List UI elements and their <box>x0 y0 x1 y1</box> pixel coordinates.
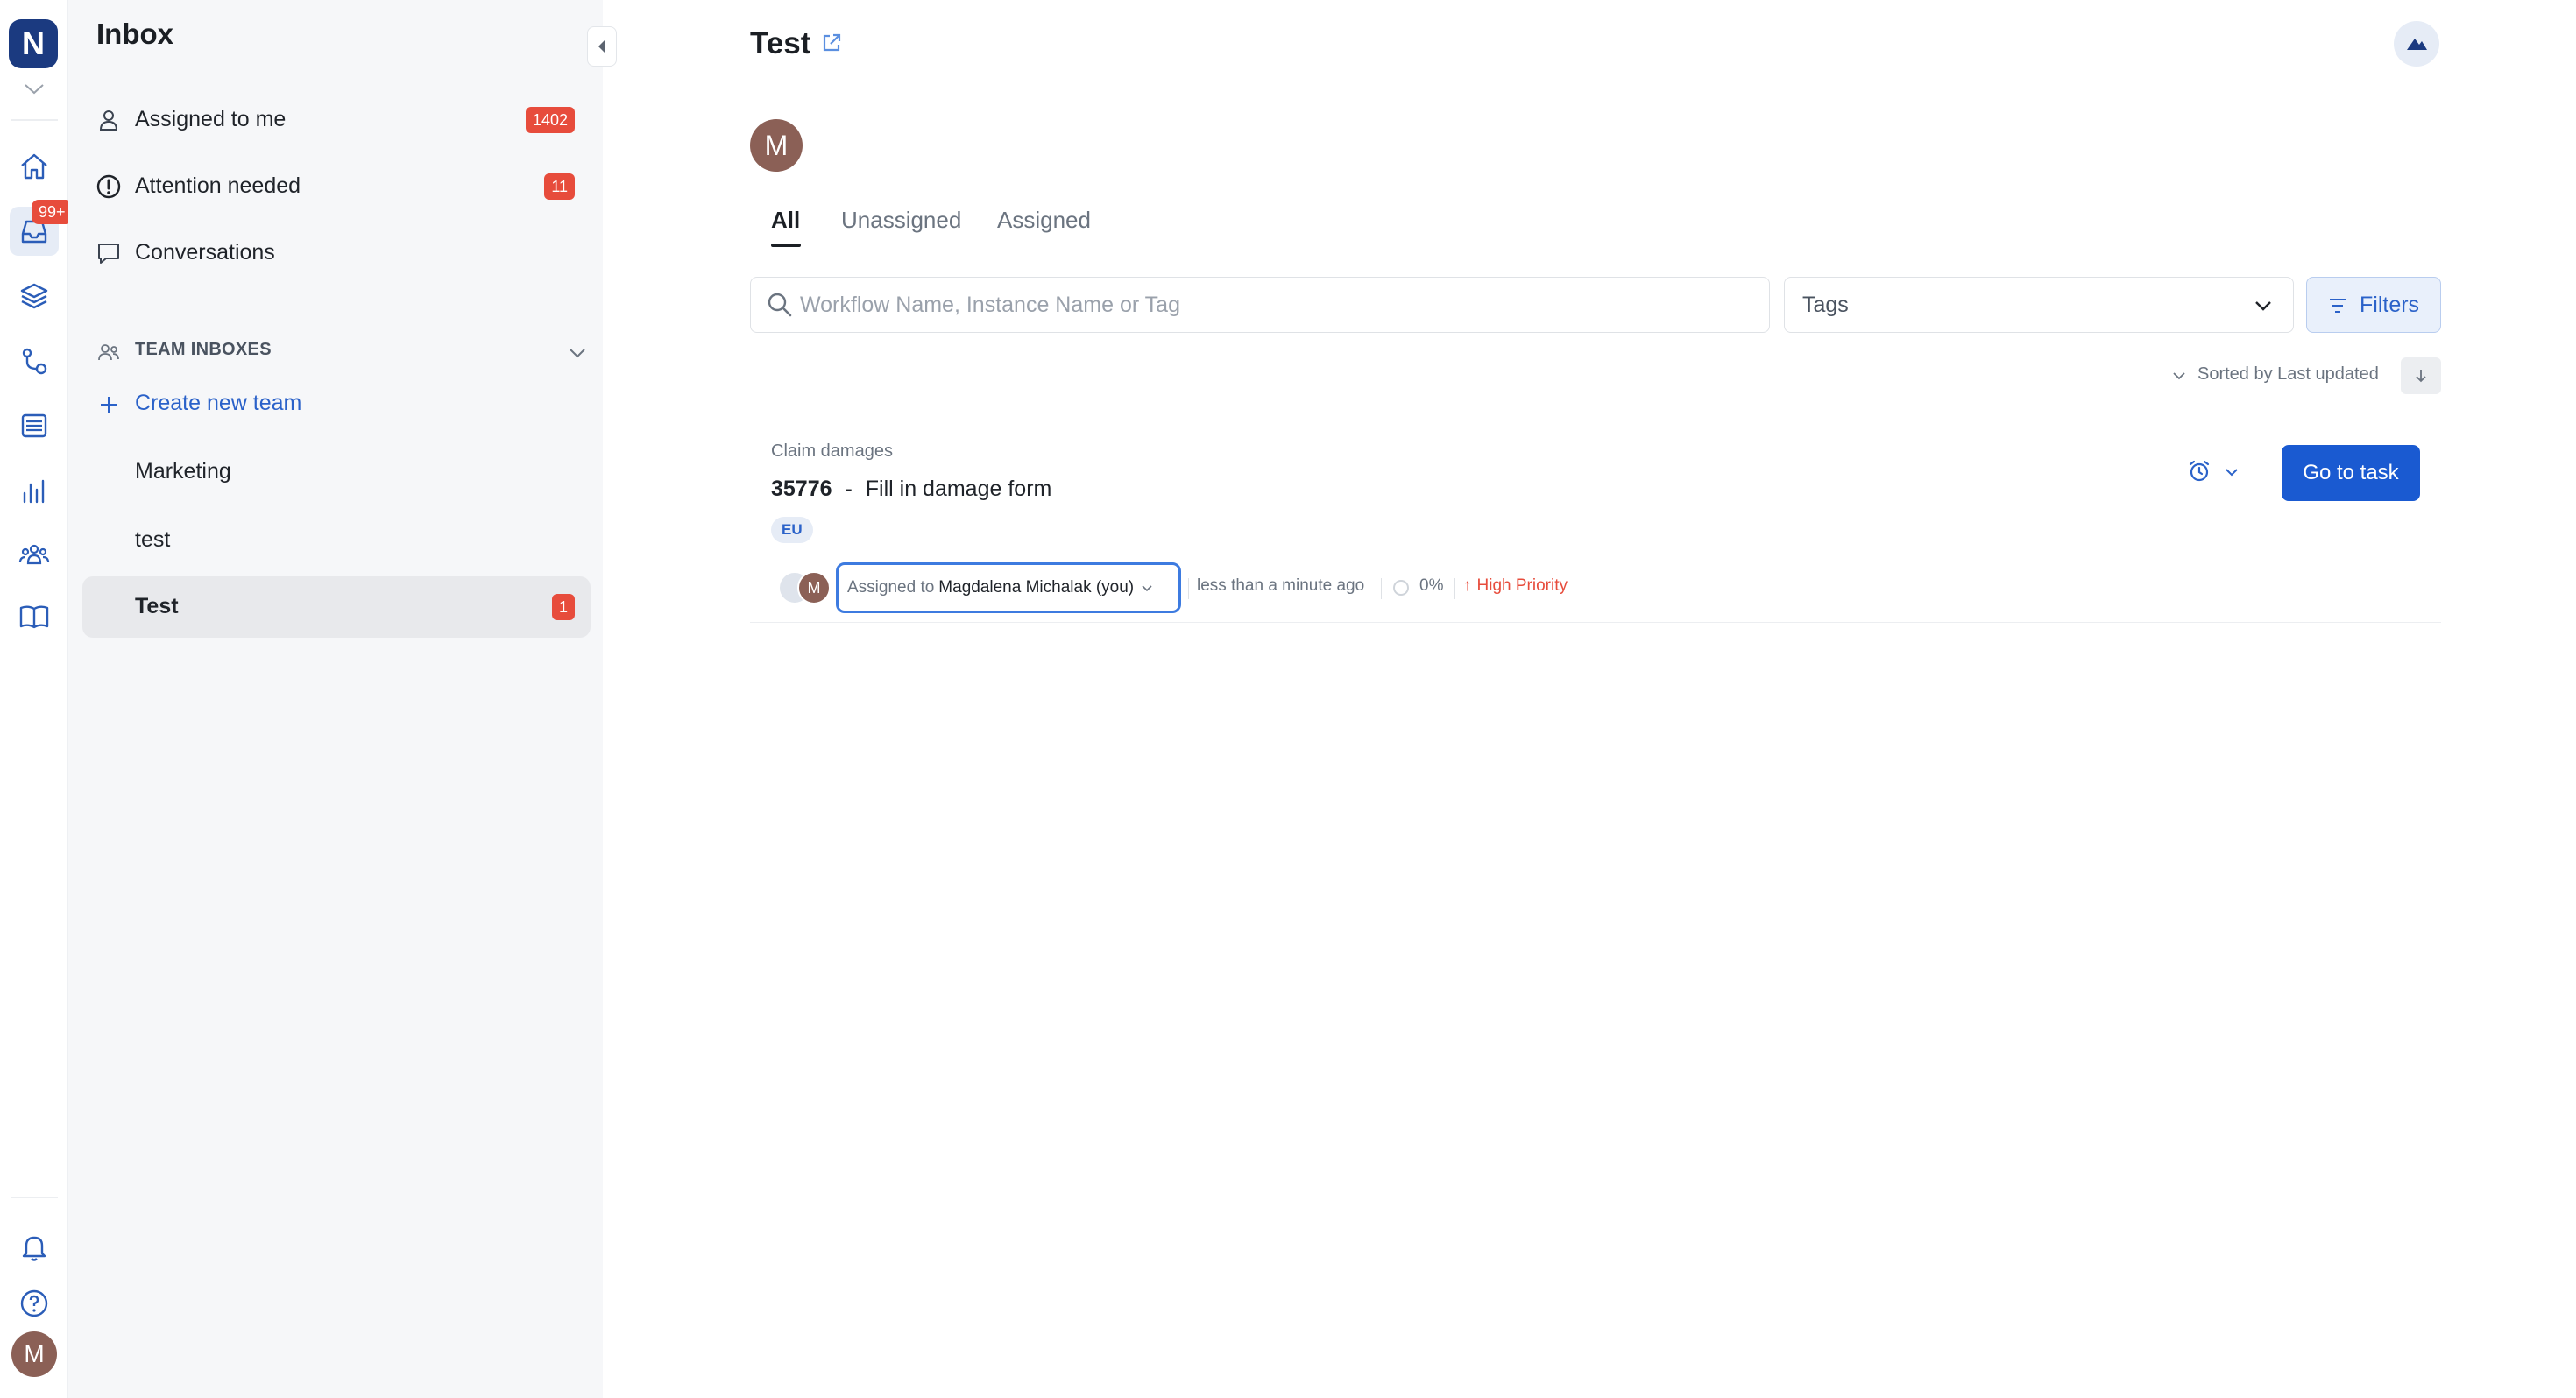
chevron-down-icon <box>2255 301 2271 311</box>
tab-unassigned[interactable]: Unassigned <box>841 207 961 234</box>
external-link-icon[interactable] <box>818 30 845 56</box>
sidebar-item-label: Attention needed <box>135 173 301 198</box>
assignee-avatars: M <box>778 571 831 604</box>
app-logo[interactable]: N <box>9 19 58 68</box>
filters-button[interactable]: Filters <box>2306 277 2441 333</box>
inbox-count-badge: 99+ <box>32 200 73 224</box>
chevron-down-icon <box>570 349 585 358</box>
tags-select-value: Tags <box>1802 293 1849 317</box>
task-name: Fill in damage form <box>865 477 1052 501</box>
count-badge: 1 <box>551 594 575 620</box>
collapse-sidebar-button[interactable] <box>587 26 617 67</box>
sidebar-item-label: Marketing <box>135 459 231 484</box>
sidebar-item-label: test <box>135 527 171 552</box>
page-title: Test <box>750 26 811 60</box>
assignee-dropdown[interactable]: Assigned to Magdalena Michalak (you) <box>836 562 1181 613</box>
sidebar-item-label: Test <box>135 594 179 618</box>
avatar: M <box>797 571 831 604</box>
meta-divider <box>1381 578 1382 599</box>
count-badge: 11 <box>544 173 575 200</box>
sidebar-item-attention-needed[interactable]: Attention needed 11 <box>82 156 591 217</box>
user-avatar[interactable]: M <box>11 1331 57 1377</box>
team-inboxes-label: TEAM INBOXES <box>135 340 272 359</box>
meta-divider <box>1454 578 1455 599</box>
task-list-item[interactable]: Claim damages 35776 - Fill in damage for… <box>750 426 2441 623</box>
sort-direction-button[interactable] <box>2401 357 2441 394</box>
sort-control[interactable]: Sorted by Last updated <box>2171 357 2441 394</box>
filters-label: Filters <box>2360 293 2420 317</box>
team-icon[interactable] <box>10 531 59 580</box>
bell-icon[interactable] <box>10 1223 59 1272</box>
tab-all[interactable]: All <box>771 207 800 234</box>
workspace-chevron-icon[interactable] <box>23 82 46 96</box>
sidebar-item-label: Assigned to me <box>135 107 287 131</box>
inbox-owner-avatar[interactable]: M <box>750 119 803 172</box>
alert-icon <box>96 174 121 199</box>
assignee-prefix: Assigned to <box>847 578 935 597</box>
sidebar-item-label: Conversations <box>135 240 275 265</box>
sidebar-item-team-test-selected[interactable]: Test 1 <box>82 576 591 638</box>
progress-value: 0% <box>1419 576 1444 595</box>
home-icon[interactable] <box>10 142 59 191</box>
sort-label: Sorted by Last updated <box>2197 364 2379 384</box>
arrow-down-icon <box>2416 370 2426 383</box>
book-icon[interactable] <box>10 592 59 641</box>
search-placeholder: Workflow Name, Instance Name or Tag <box>800 293 1180 317</box>
help-icon[interactable] <box>10 1279 59 1328</box>
progress-ring-icon <box>1393 580 1409 596</box>
sidebar-item-team-test[interactable]: test <box>82 510 591 571</box>
meta-divider <box>1188 578 1189 599</box>
sidebar-item-assigned-to-me[interactable]: Assigned to me 1402 <box>82 89 591 151</box>
go-to-task-button[interactable]: Go to task <box>2282 445 2420 501</box>
filter-icon <box>2330 299 2346 313</box>
updated-time: less than a minute ago <box>1197 576 1365 595</box>
workflow-name: Claim damages <box>771 441 893 461</box>
logo-mark-icon <box>2407 39 2427 50</box>
plus-icon <box>101 397 117 413</box>
layers-icon[interactable] <box>10 272 59 321</box>
team-inboxes-header[interactable]: TEAM INBOXES <box>96 336 587 368</box>
chevron-down-icon <box>1142 585 1152 592</box>
count-badge: 1402 <box>525 107 575 133</box>
sidebar-item-team-marketing[interactable]: Marketing <box>82 441 591 503</box>
tags-select[interactable]: Tags <box>1784 277 2294 333</box>
user-icon <box>99 110 118 131</box>
tab-assigned[interactable]: Assigned <box>997 207 1091 234</box>
chevron-down-icon[interactable] <box>2224 464 2240 480</box>
rail-divider <box>11 1197 58 1198</box>
task-separator: - <box>845 477 853 501</box>
task-title: 35776 - Fill in damage form <box>771 477 1051 502</box>
search-input[interactable]: Workflow Name, Instance Name or Tag <box>750 277 1770 333</box>
chat-icon <box>98 244 119 264</box>
create-team-label: Create new team <box>135 391 302 415</box>
sidebar-item-conversations[interactable]: Conversations <box>82 222 591 284</box>
chevron-down-icon <box>2173 372 2185 380</box>
active-tab-indicator <box>771 244 801 247</box>
tag-badge[interactable]: EU <box>771 517 813 543</box>
list-icon[interactable] <box>10 401 59 450</box>
caret-left-icon <box>598 39 605 53</box>
rail-divider <box>11 119 58 121</box>
arrow-up-icon: ↑ <box>1463 576 1472 595</box>
task-number: 35776 <box>771 477 832 501</box>
workflow-icon[interactable] <box>10 336 59 385</box>
icon-rail: N 99+ M <box>0 0 73 1398</box>
task-meta: M Assigned to Magdalena Michalak (you) l… <box>778 562 1917 613</box>
analytics-icon[interactable] <box>10 466 59 515</box>
priority-label: ↑ High Priority <box>1463 576 1568 595</box>
alarm-clock-icon[interactable] <box>2187 459 2212 484</box>
team-icon <box>98 344 119 361</box>
search-icon <box>768 293 792 317</box>
assignee-name: Magdalena Michalak (you) <box>938 578 1135 597</box>
sidebar-title: Inbox <box>96 18 173 50</box>
account-menu-button[interactable] <box>2394 21 2439 67</box>
